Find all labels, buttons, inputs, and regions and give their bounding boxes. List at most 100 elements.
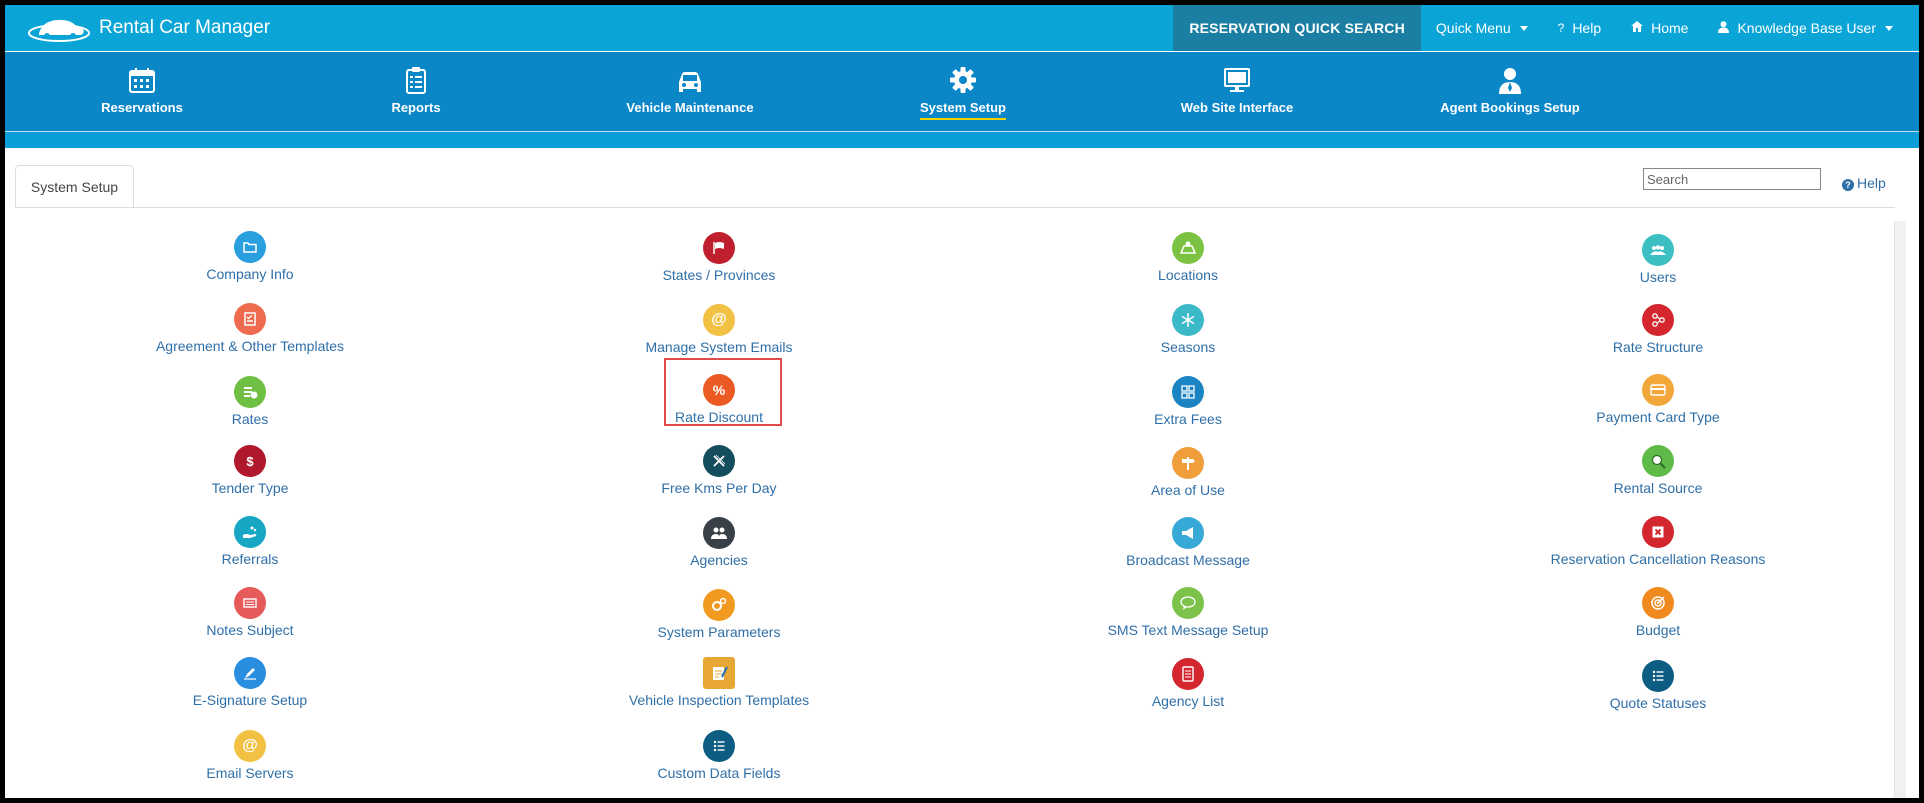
tile-notes-subject[interactable]: Notes Subject: [70, 587, 430, 638]
user-icon: [1718, 20, 1730, 36]
tile-rate-structure[interactable]: Rate Structure: [1478, 304, 1838, 355]
tile-referrals[interactable]: Referrals: [70, 516, 430, 567]
help-button[interactable]: ? Help: [1543, 5, 1616, 51]
tile-label: SMS Text Message Setup: [1107, 622, 1269, 638]
tile-seasons[interactable]: Seasons: [1008, 304, 1368, 355]
map-icon: [1172, 232, 1204, 264]
sms-icon: [1172, 587, 1204, 619]
tile-rental-source[interactable]: Rental Source: [1478, 445, 1838, 496]
nav-label: Reservations: [101, 100, 183, 115]
home-button[interactable]: Home: [1616, 5, 1703, 51]
tile-label: Budget: [1635, 622, 1681, 638]
pen-icon: [234, 657, 266, 689]
search-input[interactable]: [1643, 168, 1821, 190]
tile-label: Reservation Cancellation Reasons: [1550, 551, 1766, 567]
tile-manage-system-emails[interactable]: @ Manage System Emails: [539, 304, 899, 355]
help-link-label: Help: [1857, 175, 1886, 191]
agent-icon: [1499, 68, 1521, 94]
tile-label: Tender Type: [211, 480, 289, 496]
tile-label: Company Info: [206, 266, 294, 282]
brand[interactable]: Rental Car Manager: [27, 13, 270, 43]
tile-email-servers[interactable]: @ Email Servers: [70, 730, 430, 781]
tile-extra-fees[interactable]: Extra Fees: [1008, 376, 1368, 427]
help-label: Help: [1572, 20, 1602, 36]
tile-agreement-templates[interactable]: Agreement & Other Templates: [70, 303, 430, 354]
tile-tender-type[interactable]: $ Tender Type: [70, 445, 430, 496]
user-menu-dropdown[interactable]: Knowledge Base User: [1703, 5, 1919, 51]
tile-label: Rate Structure: [1612, 339, 1704, 355]
scrollbar[interactable]: [1894, 221, 1906, 798]
at-icon: @: [234, 730, 266, 762]
nav-label: Vehicle Maintenance: [626, 100, 754, 115]
tile-area-of-use[interactable]: Area of Use: [1008, 447, 1368, 498]
list-icon: [1642, 660, 1674, 692]
magnifier-icon: [1642, 445, 1674, 477]
tile-sms-text-message-setup[interactable]: SMS Text Message Setup: [1008, 587, 1368, 638]
help-link[interactable]: ? Help: [1842, 175, 1886, 191]
nav-agent-bookings-setup[interactable]: Agent Bookings Setup: [1410, 52, 1610, 124]
tile-agencies[interactable]: Agencies: [539, 517, 899, 568]
quick-menu-label: Quick Menu: [1435, 20, 1511, 36]
clipboard-icon: [406, 67, 426, 94]
tile-reservation-cancellation-reasons[interactable]: Reservation Cancellation Reasons: [1478, 516, 1838, 567]
signpost-icon: [1172, 447, 1204, 479]
document-icon: [1172, 658, 1204, 690]
app-window: Rental Car Manager RESERVATION QUICK SEA…: [5, 5, 1919, 798]
caret-down-icon: [1885, 25, 1893, 31]
top-bar: Rental Car Manager RESERVATION QUICK SEA…: [5, 5, 1919, 51]
nav-label: Web Site Interface: [1180, 100, 1294, 115]
user-name: Knowledge Base User: [1737, 20, 1876, 36]
tile-free-kms-per-day[interactable]: Free Kms Per Day: [539, 445, 899, 496]
cancel-icon: [1642, 516, 1674, 548]
gears-icon: [703, 589, 735, 621]
tile-label: Agencies: [690, 552, 748, 568]
tile-label: States / Provinces: [662, 267, 776, 283]
tile-locations[interactable]: Locations: [1008, 232, 1368, 283]
megaphone-icon: [1172, 517, 1204, 549]
nav-band: [5, 132, 1919, 148]
people-icon: [703, 517, 735, 549]
clipboard-pencil-icon: [703, 657, 735, 689]
tile-label: Area of Use: [1151, 482, 1225, 498]
nav-label: Reports: [391, 100, 441, 115]
nav-vehicle-maintenance[interactable]: Vehicle Maintenance: [590, 52, 790, 124]
nav-label: System Setup: [920, 100, 1006, 120]
question-icon: ?: [1557, 21, 1565, 35]
tile-quote-statuses[interactable]: Quote Statuses: [1478, 660, 1838, 711]
tab-system-setup[interactable]: System Setup: [15, 165, 134, 208]
tile-label: Rental Source: [1613, 480, 1703, 496]
app-title: Rental Car Manager: [99, 17, 271, 38]
snowflake-icon: [1172, 304, 1204, 336]
tile-system-parameters[interactable]: System Parameters: [539, 589, 899, 640]
tile-budget[interactable]: Budget: [1478, 587, 1838, 638]
tile-broadcast-message[interactable]: Broadcast Message: [1008, 517, 1368, 568]
quick-menu-dropdown[interactable]: Quick Menu: [1421, 5, 1543, 51]
tile-label: Seasons: [1160, 339, 1216, 355]
nav-web-site-interface[interactable]: Web Site Interface: [1137, 52, 1337, 124]
flag-icon: [703, 232, 735, 264]
tile-agency-list[interactable]: Agency List: [1008, 658, 1368, 709]
tile-label: Users: [1639, 269, 1677, 285]
nav-system-setup[interactable]: System Setup: [863, 52, 1063, 124]
nav-reports[interactable]: Reports: [316, 52, 516, 124]
tile-rates[interactable]: Rates: [70, 376, 430, 427]
road-icon: [703, 445, 735, 477]
tile-label: System Parameters: [657, 624, 781, 640]
tile-states-provinces[interactable]: States / Provinces: [539, 232, 899, 283]
tile-payment-card-type[interactable]: Payment Card Type: [1478, 374, 1838, 425]
nav-reservations[interactable]: Reservations: [42, 52, 242, 124]
car-icon: [679, 72, 701, 92]
tile-label: Rates: [231, 411, 269, 427]
tab-divider: [15, 207, 1895, 208]
rate-discount-highlight: [664, 358, 782, 426]
calculator-icon: [1172, 376, 1204, 408]
tile-users[interactable]: Users: [1478, 234, 1838, 285]
tile-custom-data-fields[interactable]: Custom Data Fields: [539, 730, 899, 781]
tile-e-signature-setup[interactable]: E-Signature Setup: [70, 657, 430, 708]
gear-icon: [950, 67, 976, 93]
tile-label: Email Servers: [206, 765, 294, 781]
tile-vehicle-inspection-templates[interactable]: Vehicle Inspection Templates: [539, 657, 899, 708]
main-nav: Reservations Reports Vehicle Maintenance: [5, 52, 1919, 148]
reservation-quick-search-button[interactable]: RESERVATION QUICK SEARCH: [1173, 5, 1421, 51]
tile-company-info[interactable]: Company Info: [70, 231, 430, 282]
